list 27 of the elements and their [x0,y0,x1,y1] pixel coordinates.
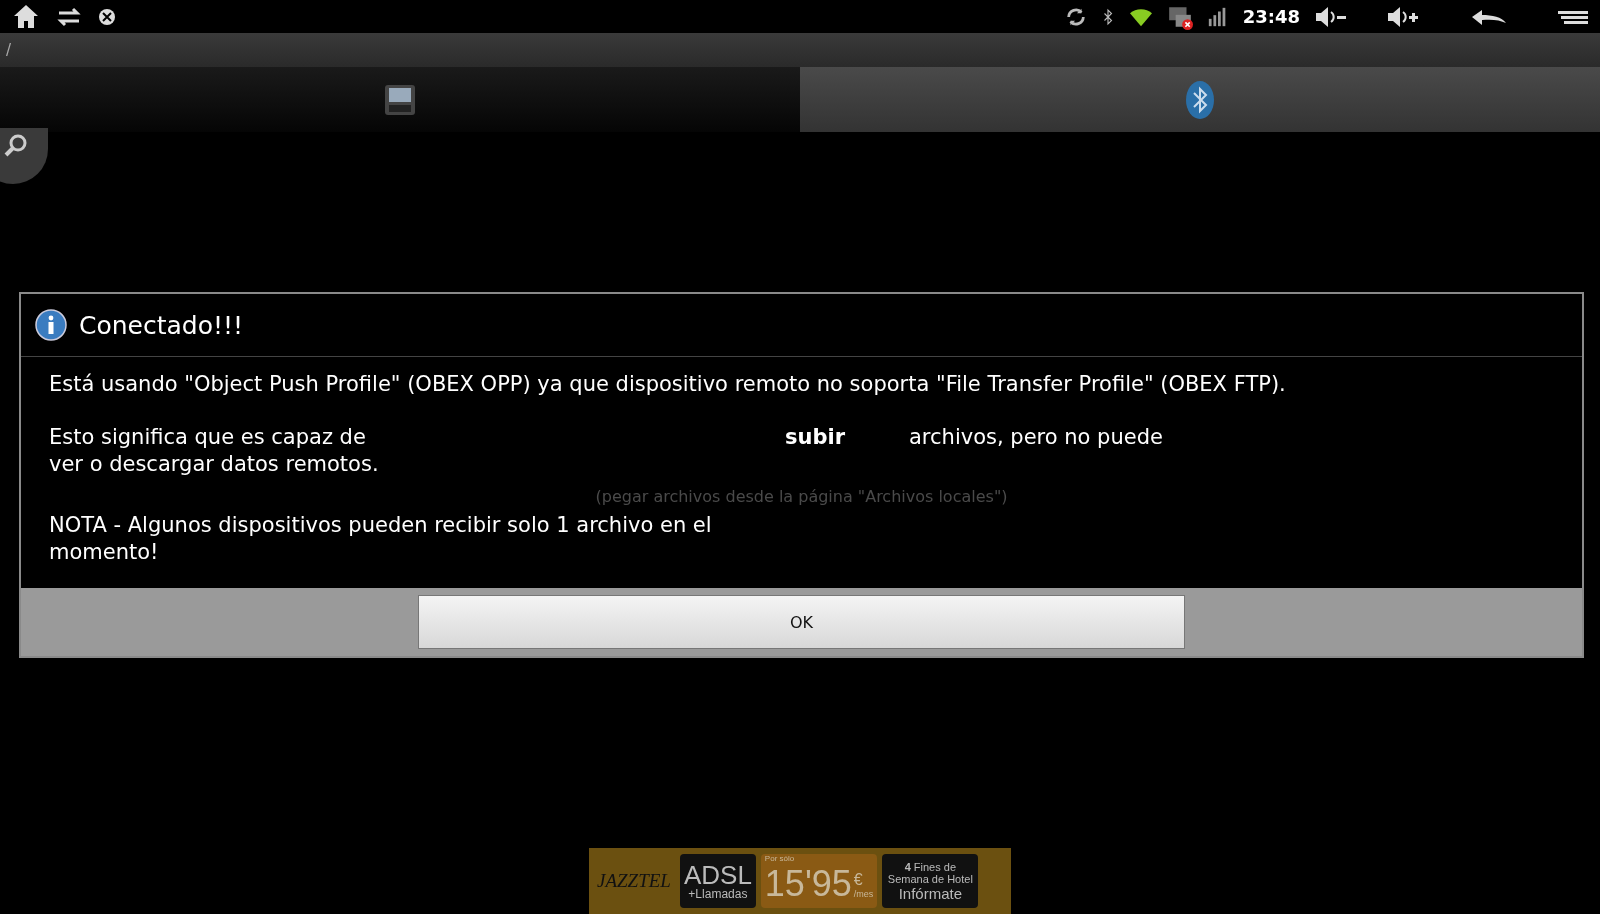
ad-product: ADSL [683,861,752,888]
search-icon [4,134,28,158]
bluetooth-icon [1185,79,1215,120]
dialog-title: Conectado!!! [79,310,244,340]
ad-currency: € [853,871,864,889]
sync-icon [1064,5,1087,28]
ad-brand: JAZZTEL [596,870,672,892]
ad-cta: Infórmate [898,884,962,902]
message-text: archivos, pero no puede [909,424,1164,451]
ad-price-label: Por sólo [764,854,796,863]
ad-product-sub: +Llamadas [688,887,748,901]
tab[interactable] [800,67,1600,132]
message-text: ver o descargar datos remotos. [49,451,380,478]
ad-offer: 4 Fines de Semana de Hotel [886,860,974,885]
home-icon [12,2,40,31]
hint-text: (pegar archivos desde la página "Archivos locales") [594,486,1009,508]
ad-period: /mes [853,889,874,899]
message-text: subir [785,424,847,451]
note-text: NOTA - Algunos dispositivos pueden recibir solo 1 archivo en el momento! [49,512,713,566]
path-bar: / [0,33,1600,67]
message-text: Esto significa que es capaz de [49,424,367,451]
message-text: Está usando "Object Push Profile" (OBEX OPP) ya que dispositivo remoto no soporta "File Transfer Profile" (OBEX FTP). [49,371,1287,398]
clock: 23:48 [1242,6,1300,27]
ok-button[interactable]: OK [418,595,1185,649]
info-icon [35,309,67,341]
ad-price: 15'95 [764,863,852,905]
close-icon [98,7,116,26]
